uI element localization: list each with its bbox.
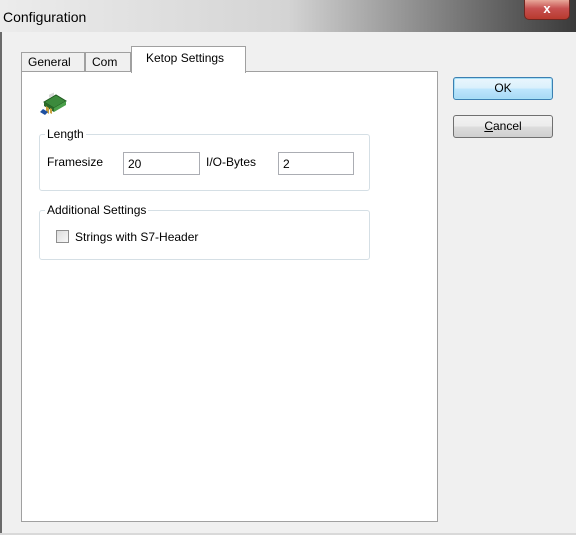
- window-title: Configuration: [3, 9, 87, 25]
- tab-general[interactable]: General: [21, 52, 85, 72]
- tab-general-label: General: [28, 55, 71, 69]
- additional-settings-legend: Additional Settings: [45, 203, 149, 217]
- close-button[interactable]: x: [524, 0, 570, 20]
- io-bytes-label: I/O-Bytes: [206, 155, 257, 169]
- strings-s7-header-label[interactable]: Strings with S7-Header: [75, 230, 198, 244]
- strings-s7-header-checkbox[interactable]: [56, 230, 69, 243]
- tab-ketop-settings[interactable]: Ketop Settings: [131, 46, 246, 73]
- ketop-settings-panel: Length Framesize I/O-Bytes Additional Se…: [21, 71, 438, 522]
- framesize-input[interactable]: [123, 152, 200, 175]
- tab-ketop-settings-label: Ketop Settings: [146, 51, 225, 65]
- tab-com[interactable]: Com: [85, 52, 131, 72]
- title-bar[interactable]: Configuration x: [0, 0, 576, 32]
- window-left-border: [0, 32, 2, 535]
- network-card-icon: [40, 92, 67, 115]
- configuration-dialog: Configuration x General Com Ketop Settin…: [0, 0, 576, 535]
- cancel-button[interactable]: Cancel: [453, 115, 553, 138]
- framesize-label: Framesize: [47, 155, 104, 169]
- ok-button[interactable]: OK: [453, 77, 553, 100]
- io-bytes-input[interactable]: [278, 152, 354, 175]
- length-group-legend: Length: [45, 127, 86, 141]
- close-icon: x: [543, 1, 551, 16]
- tab-com-label: Com: [92, 55, 118, 69]
